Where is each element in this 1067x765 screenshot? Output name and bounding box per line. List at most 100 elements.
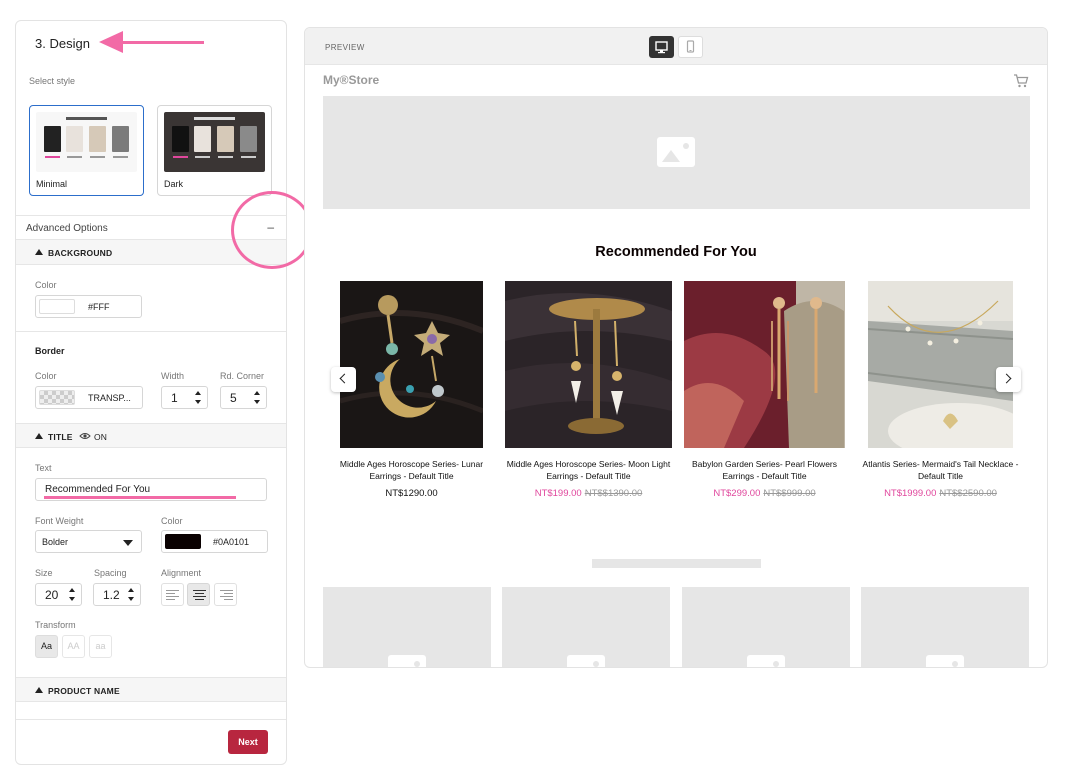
align-center-button[interactable]: [187, 583, 210, 606]
align-right-button[interactable]: [214, 583, 237, 606]
desktop-icon: [655, 41, 668, 54]
background-color-label: Color: [35, 280, 57, 290]
border-corner-stepper[interactable]: 5: [220, 386, 267, 409]
align-left-button[interactable]: [161, 583, 184, 606]
spacing-stepper[interactable]: 1.2: [93, 583, 141, 606]
triangle-up-icon: [35, 433, 43, 439]
transform-label: Transform: [35, 620, 76, 630]
cart-icon[interactable]: [1013, 74, 1029, 88]
border-width-stepper[interactable]: 1: [161, 386, 208, 409]
product-image[interactable]: [868, 281, 1013, 448]
annotation-circle: [231, 191, 313, 269]
border-heading: Border: [35, 346, 65, 356]
title-text-label: Text: [35, 463, 52, 473]
transform-capitalize-button[interactable]: Aa: [35, 635, 58, 658]
title-visibility-label: ON: [94, 432, 108, 442]
border-corner-label: Rd. Corner: [220, 371, 265, 381]
product-image[interactable]: [684, 281, 845, 448]
title-color-label: Color: [161, 516, 183, 526]
background-color-value: #FFF: [88, 302, 110, 312]
product-price: NT$199.00 NT$$1390.00: [502, 488, 675, 499]
product-grid-placeholder: [323, 587, 491, 667]
spacing-value: 1.2: [103, 588, 120, 602]
image-placeholder-icon: [747, 655, 785, 667]
border-color-swatch[interactable]: [39, 390, 75, 405]
stepper-arrows-icon[interactable]: [195, 391, 201, 404]
transform-lowercase-button[interactable]: aa: [89, 635, 112, 658]
chevron-right-icon: [1001, 373, 1012, 384]
product-name-section-header[interactable]: PRODUCT NAME: [16, 677, 286, 702]
image-placeholder-icon: [926, 655, 964, 667]
preview-toolbar: PREVIEW: [305, 28, 1047, 65]
style-card-label: Minimal: [36, 179, 68, 189]
product-price: NT$299.00 NT$$999.00: [681, 488, 848, 499]
mobile-view-button[interactable]: [678, 36, 703, 58]
font-weight-label: Font Weight: [35, 516, 84, 526]
title-color-picker[interactable]: #0A0101: [161, 530, 268, 553]
divider: [16, 719, 286, 720]
title-color-swatch[interactable]: [165, 534, 201, 549]
border-width-value: 1: [171, 391, 178, 405]
dark-style-thumbnail: [164, 112, 265, 172]
product-image[interactable]: [505, 281, 672, 448]
product-grid-placeholder: [502, 587, 670, 667]
style-card-label: Dark: [164, 179, 184, 189]
product-grid-placeholder: [861, 587, 1029, 667]
compare-price: NT$$1390.00: [584, 488, 643, 499]
section-title: 3. Design: [35, 36, 90, 51]
stepper-arrows-icon[interactable]: [69, 588, 75, 601]
product-name[interactable]: Babylon Garden Series- Pearl Flowers Ear…: [681, 458, 848, 482]
regular-price: NT$1290.00: [385, 488, 438, 499]
minimal-style-thumbnail: [36, 112, 137, 172]
recommendation-title: Recommended For You: [595, 244, 757, 260]
mobile-icon: [686, 40, 695, 53]
size-stepper[interactable]: 20: [35, 583, 82, 606]
font-weight-value: Bolder: [42, 537, 69, 547]
font-weight-select[interactable]: Bolder: [35, 530, 142, 553]
chevron-left-icon: [339, 373, 350, 384]
stepper-arrows-icon[interactable]: [254, 391, 260, 404]
desktop-view-button[interactable]: [649, 36, 674, 58]
eye-icon[interactable]: [79, 432, 91, 440]
annotation-arrow-line: [116, 41, 204, 44]
product-image[interactable]: [340, 281, 483, 448]
title-text-value: Recommended For You: [45, 484, 151, 495]
title-section-header[interactable]: TITLE ON: [16, 423, 286, 448]
background-header-label: BACKGROUND: [48, 248, 113, 258]
divider: [16, 331, 286, 332]
product-price: NT$1290.00: [329, 488, 494, 499]
sale-price: NT$299.00: [713, 488, 761, 499]
preview-panel: PREVIEW My®Store Recommended For You Mid…: [304, 27, 1048, 668]
title-color-value: #0A0101: [213, 537, 250, 547]
stepper-arrows-icon[interactable]: [128, 588, 134, 601]
arrow-left-annotation-icon: [99, 31, 123, 53]
annotation-underline: [44, 496, 236, 499]
style-card-minimal[interactable]: Minimal: [29, 105, 144, 196]
product-name[interactable]: Atlantis Series- Mermaid's Tail Necklace…: [858, 458, 1023, 482]
chevron-down-icon: [123, 540, 133, 546]
next-button[interactable]: Next: [228, 730, 268, 754]
sale-price: NT$199.00: [534, 488, 582, 499]
background-color-swatch[interactable]: [39, 299, 75, 314]
spacing-label: Spacing: [94, 568, 127, 578]
advanced-options-label: Advanced Options: [26, 223, 108, 234]
product-name[interactable]: Middle Ages Horoscope Series- Moon Light…: [502, 458, 675, 482]
title-header-label: TITLE: [48, 432, 73, 442]
size-value: 20: [45, 588, 59, 602]
product-grid-placeholder: [682, 587, 850, 667]
sale-price: NT$1999.00: [884, 488, 937, 499]
style-card-dark[interactable]: Dark: [157, 105, 272, 196]
section-placeholder-bar: [592, 559, 761, 568]
product-price: NT$1999.00 NT$$2590.00: [858, 488, 1023, 499]
background-color-picker[interactable]: #FFF: [35, 295, 142, 318]
transform-uppercase-button[interactable]: AA: [62, 635, 85, 658]
border-color-picker[interactable]: TRANSP...: [35, 386, 143, 409]
triangle-up-icon: [35, 687, 43, 693]
preview-label: PREVIEW: [325, 43, 365, 52]
image-placeholder-icon: [657, 137, 695, 167]
product-name[interactable]: Middle Ages Horoscope Series- Lunar Earr…: [329, 458, 494, 482]
alignment-label: Alignment: [161, 568, 202, 578]
carousel-prev-button[interactable]: [331, 367, 356, 392]
carousel-next-button[interactable]: [996, 367, 1021, 392]
image-placeholder-icon: [567, 655, 605, 667]
